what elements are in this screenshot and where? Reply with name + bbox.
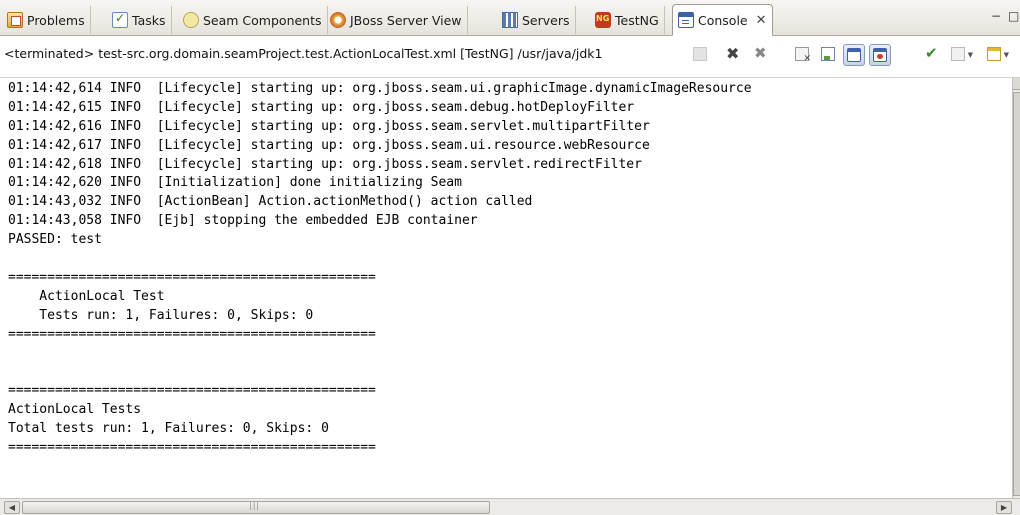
console-line: 01:14:42,617 INFO [Lifecycle] starting u… [8, 137, 650, 153]
view-tab-bar: Problems Tasks Seam Components JBoss Ser… [0, 0, 1020, 36]
tab-testng[interactable]: TestNG [590, 6, 665, 34]
terminate-icon [693, 47, 707, 61]
tab-label: Servers [522, 12, 570, 28]
remove-all-terminated-icon: ✖ [754, 44, 767, 62]
console-status-label: <terminated> test-src.org.domain.seamPro… [4, 46, 603, 61]
remove-launch-icon: ✖ [726, 44, 740, 63]
tasks-icon [112, 11, 128, 28]
console-line: 01:14:42,616 INFO [Lifecycle] starting u… [8, 118, 650, 134]
console-line: ========================================… [8, 383, 376, 399]
console-line: ActionLocal Test [8, 288, 165, 304]
console-text: 01:14:42,614 INFO [Lifecycle] starting u… [0, 78, 1014, 458]
open-console-icon [987, 47, 1001, 61]
show-on-stdout-icon [847, 48, 861, 62]
console-line: ========================================… [8, 326, 376, 342]
close-icon[interactable]: ✕ [756, 13, 767, 28]
clear-console-icon [795, 47, 811, 64]
open-console-button[interactable]: ▼ [984, 44, 1009, 66]
servers-icon [502, 12, 518, 28]
console-line: 01:14:43,058 INFO [Ejb] stopping the emb… [8, 213, 478, 229]
pin-console-icon: ✔ [925, 44, 938, 62]
tab-jboss-server-view[interactable]: JBoss Server View [325, 6, 468, 34]
problems-icon [7, 12, 23, 28]
scroll-lock-button[interactable] [818, 44, 840, 66]
console-line: 01:14:42,618 INFO [Lifecycle] starting u… [8, 156, 642, 172]
clear-console-button[interactable] [792, 44, 814, 66]
show-on-stdout-button[interactable] [843, 44, 865, 66]
console-line: ========================================… [8, 439, 376, 455]
seam-components-icon [183, 12, 199, 28]
display-selected-console-button[interactable]: ▼ [948, 44, 973, 66]
scroll-up-icon[interactable] [1013, 78, 1020, 90]
console-icon [678, 12, 694, 28]
display-selected-console-icon [951, 47, 965, 61]
vertical-scrollbar[interactable] [1012, 78, 1020, 498]
jboss-server-icon [330, 12, 346, 28]
tab-problems[interactable]: Problems [2, 6, 91, 34]
tab-servers[interactable]: Servers [497, 6, 576, 34]
tab-label: Tasks [132, 12, 166, 28]
tab-console[interactable]: Console ✕ [672, 4, 773, 36]
tab-label: Seam Components [203, 12, 322, 28]
horizontal-scroll-thumb[interactable] [22, 501, 490, 514]
console-line: 01:14:42,620 INFO [Initialization] done … [8, 175, 462, 191]
terminate-button[interactable] [690, 44, 712, 66]
chevron-down-icon: ▼ [1003, 51, 1009, 59]
console-line: Total tests run: 1, Failures: 0, Skips: … [8, 421, 329, 437]
scroll-right-icon[interactable]: ▶ [996, 501, 1012, 514]
console-output[interactable]: 01:14:42,614 INFO [Lifecycle] starting u… [0, 78, 1014, 498]
minimize-icon[interactable]: − [991, 9, 1001, 23]
console-line: ActionLocal Tests [8, 402, 142, 418]
maximize-icon[interactable]: □ [1008, 9, 1019, 23]
scroll-left-icon[interactable]: ◀ [4, 501, 20, 514]
console-line: PASSED: test [8, 232, 102, 248]
console-toolbar: <terminated> test-src.org.domain.seamPro… [0, 36, 1020, 78]
console-line: ========================================… [8, 269, 376, 285]
show-on-stderr-button[interactable] [869, 44, 891, 66]
testng-icon [595, 12, 611, 28]
tab-tasks[interactable]: Tasks [107, 6, 172, 34]
remove-all-terminated-button[interactable]: ✖ [750, 44, 772, 66]
tab-label: Problems [27, 12, 85, 28]
pin-console-button[interactable]: ✔ [922, 44, 944, 66]
console-line: 01:14:43,032 INFO [ActionBean] Action.ac… [8, 194, 533, 210]
tab-seam-components[interactable]: Seam Components [178, 6, 328, 34]
horizontal-scrollbar[interactable]: ◀ ▶ [0, 498, 1020, 515]
vertical-scroll-thumb[interactable] [1013, 92, 1020, 496]
tab-label: JBoss Server View [350, 12, 462, 28]
console-line: 01:14:42,614 INFO [Lifecycle] starting u… [8, 81, 752, 96]
console-line: Tests run: 1, Failures: 0, Skips: 0 [8, 307, 314, 323]
tab-label: Console [698, 12, 748, 28]
tab-label: TestNG [615, 12, 659, 28]
chevron-down-icon: ▼ [967, 51, 973, 59]
console-line: 01:14:42,615 INFO [Lifecycle] starting u… [8, 99, 635, 115]
remove-launch-button[interactable]: ✖ [721, 44, 743, 66]
scroll-lock-icon [821, 47, 835, 61]
show-on-stderr-icon [873, 48, 887, 62]
